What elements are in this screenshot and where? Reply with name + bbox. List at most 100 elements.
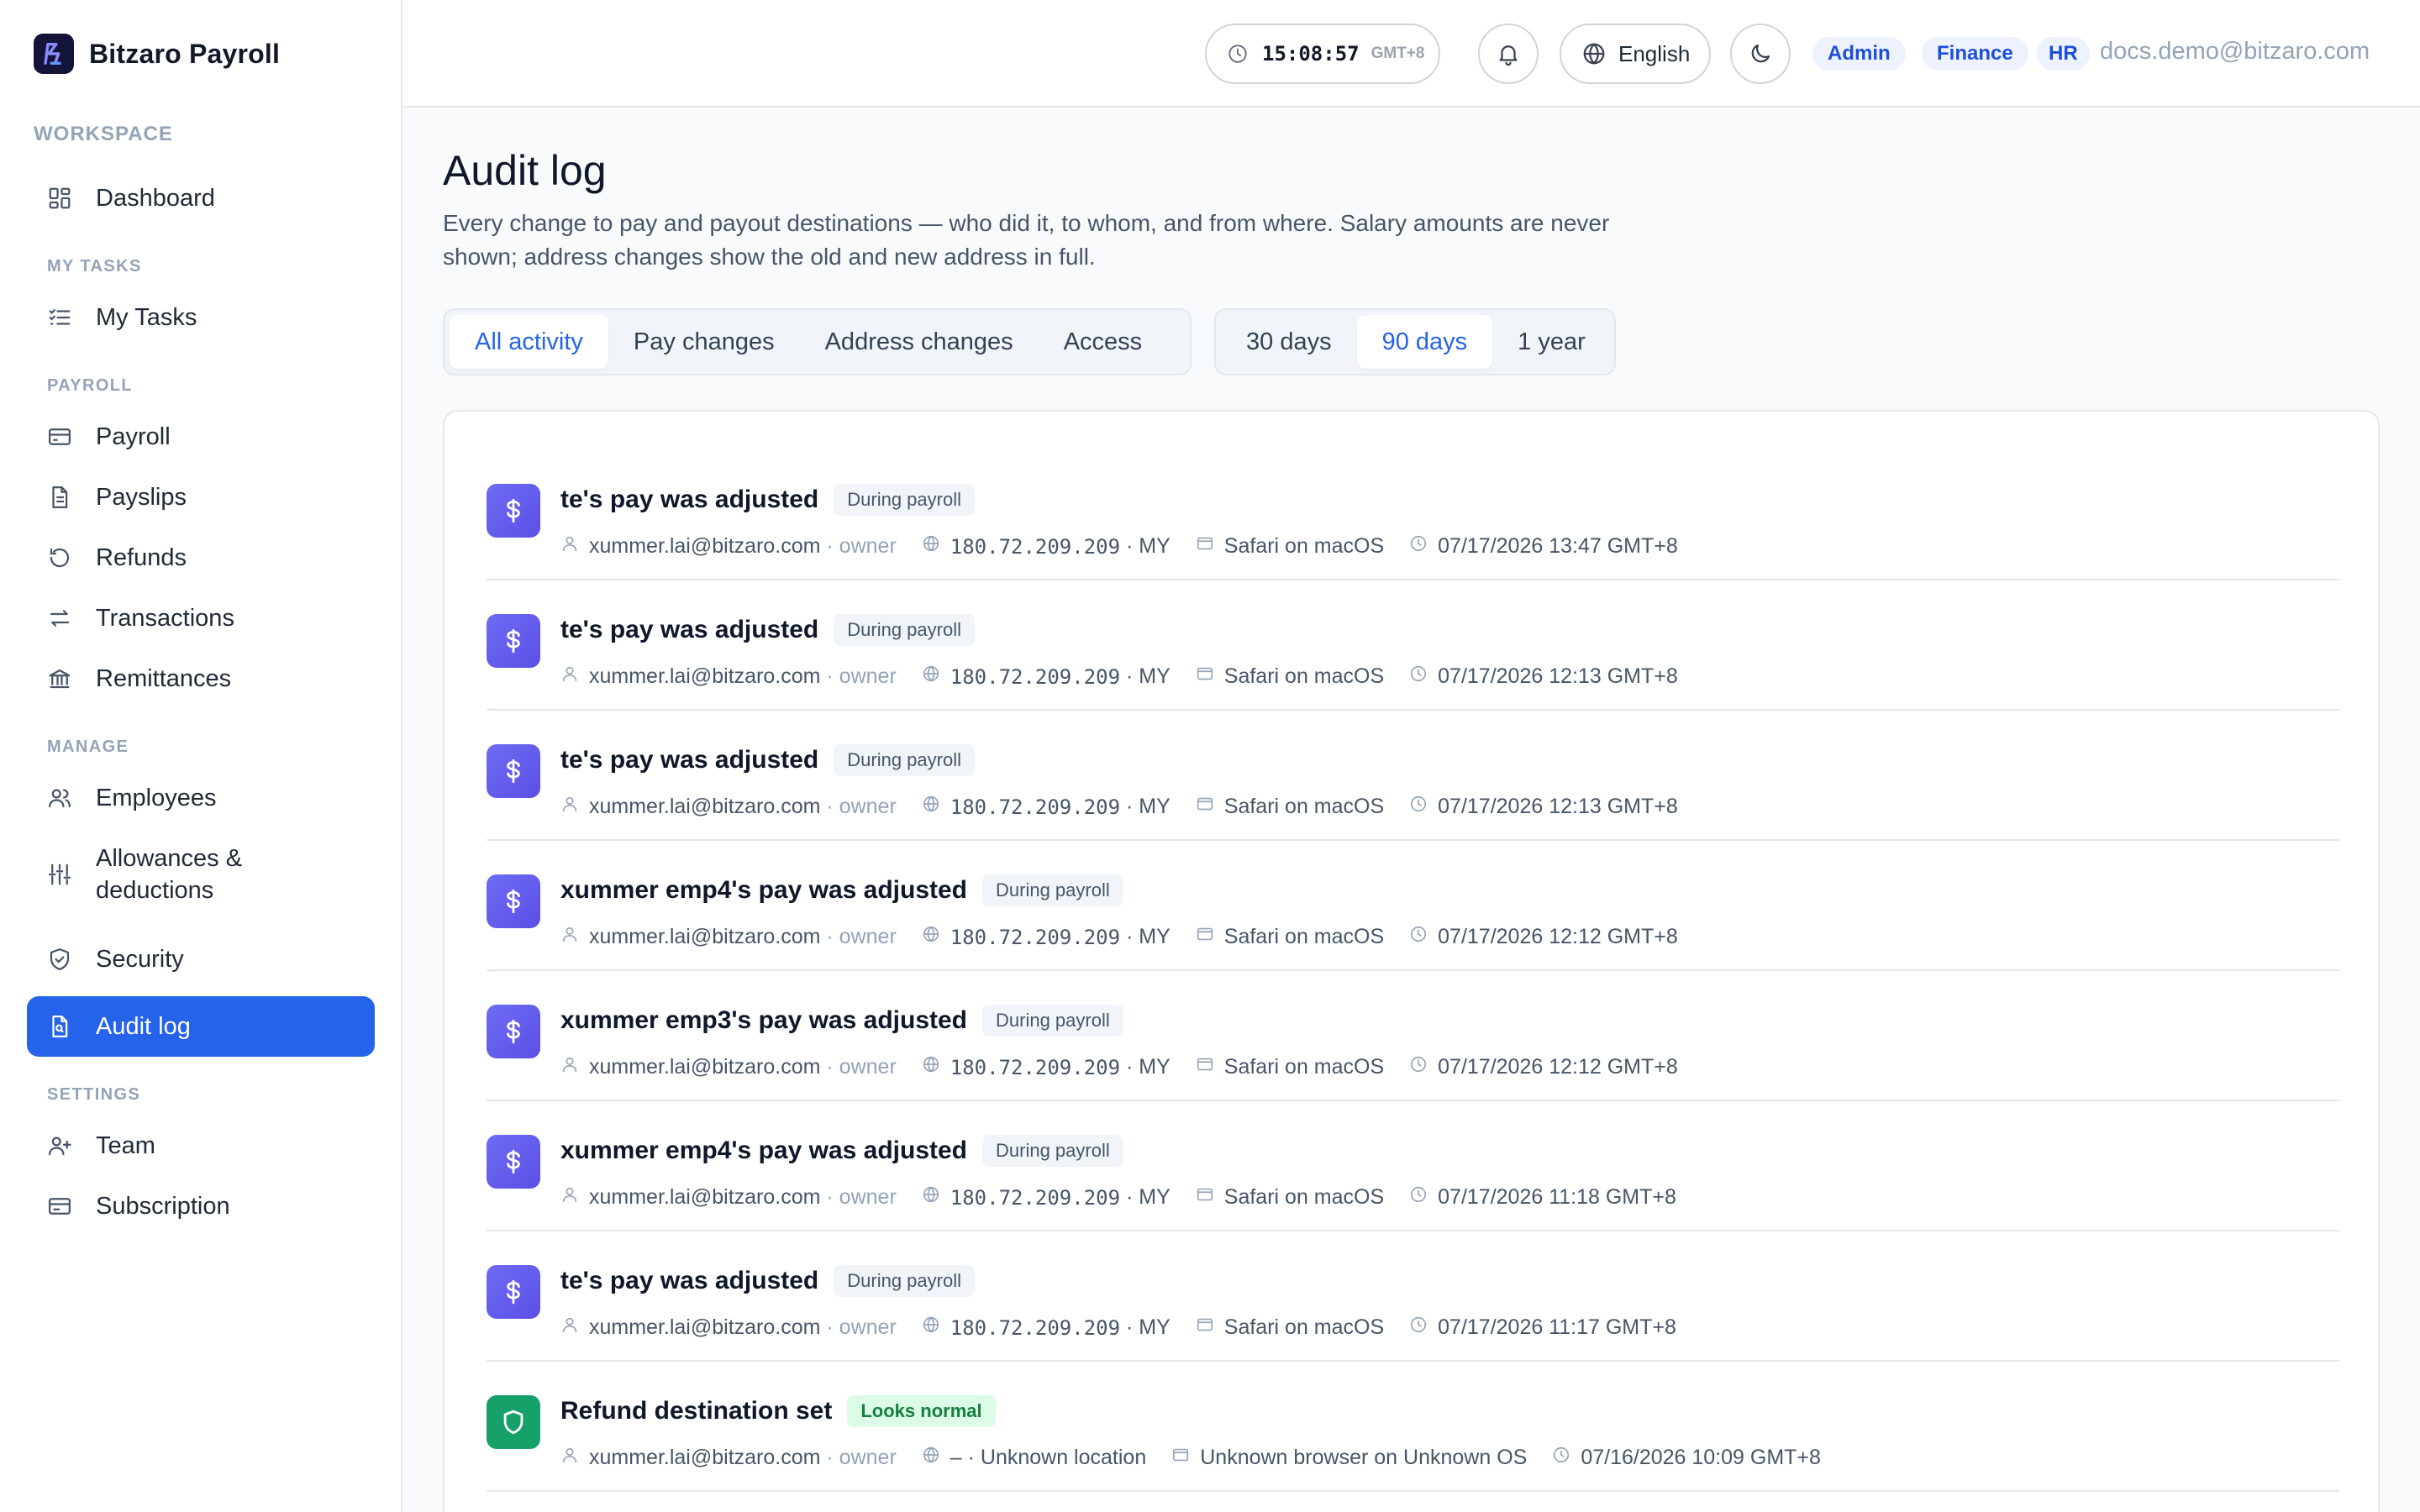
dollar-icon [487,614,540,668]
dollar-icon [487,1005,540,1058]
entry-role-separator: · [820,664,839,688]
clock-timezone: GMT+8 [1370,45,1425,62]
sidebar-item-employees[interactable]: Employees [27,768,375,828]
sidebar-item-label-line2: deductions [96,877,214,904]
entry-ip: – [950,1446,962,1469]
range-30-days[interactable]: 30 days [1221,315,1357,369]
sidebar-item-payroll[interactable]: Payroll [27,407,375,467]
entry-meta: xummer.lai@bitzaro.com · owner 180.72.209… [560,1315,1702,1340]
user-icon [560,1315,579,1340]
entry-title: te's pay was adjusted [560,486,819,513]
entry-title: te's pay was adjusted [560,746,819,774]
sidebar-item-label-line1: Allowances & [96,845,243,872]
filter-all-activity[interactable]: All activity [450,315,608,369]
sidebar-item-transactions[interactable]: Transactions [27,588,375,648]
entry-device: Unknown browser on Unknown OS [1200,1446,1528,1469]
entry-timestamp: 07/17/2026 12:12 GMT+8 [1438,1055,1678,1079]
entry-timestamp: 07/17/2026 12:12 GMT+8 [1438,925,1678,948]
sidebar-item-payslips[interactable]: Payslips [27,467,375,528]
audit-entry-row[interactable]: Refund destination set Looks normal xummer… [487,1362,2339,1492]
file-search-icon [47,1014,72,1039]
role-badge-admin: Admin [1812,37,1906,71]
filter-address-changes[interactable]: Address changes [800,315,1039,369]
clock-icon [1228,45,1247,63]
entry-meta: xummer.lai@bitzaro.com · owner 180.72.209… [560,1185,1702,1210]
audit-entry-row[interactable]: te's pay was adjusted During payroll xumme… [487,580,2339,711]
globe-icon [922,925,940,949]
sidebar-item-label: Employees [96,785,217,811]
entry-title: te's pay was adjusted [560,616,819,643]
clock-widget[interactable]: 15:08:57 GMT+8 [1205,24,1440,84]
entry-actor: xummer.lai@bitzaro.com [589,534,821,558]
entry-ip: 180.72.209.209 [950,534,1121,559]
entry-device: Safari on macOS [1223,1055,1385,1079]
user-icon [560,1185,579,1210]
checklist-icon [47,305,72,330]
browser-icon [1196,1185,1214,1210]
sidebar-item-label: Remittances [96,665,232,692]
entry-title: te's pay was adjusted [560,1267,819,1294]
language-selector[interactable]: English [1560,24,1711,84]
entry-title: Refund destination set [560,1397,833,1425]
clock-icon [1409,1055,1428,1079]
audit-entry-row[interactable]: te's pay was adjusted During payroll xumme… [487,711,2339,841]
notifications-button[interactable] [1478,24,1539,84]
entry-location-separator: · [1120,1055,1139,1079]
range-1-year[interactable]: 1 year [1492,315,1611,369]
entry-actor: xummer.lai@bitzaro.com [589,1185,821,1209]
entry-title-group: te's pay was adjusted During payroll [560,1265,975,1297]
entry-status-badge: During payroll [834,614,975,646]
entry-ip: 180.72.209.209 [950,1185,1121,1210]
sidebar-item-allowances[interactable]: Allowances & deductions [27,837,375,912]
sidebar-item-label: Security [96,946,184,973]
audit-entry-row[interactable]: xummer emp3's pay was adjusted During pay… [487,971,2339,1101]
entry-meta: xummer.lai@bitzaro.com · owner 180.72.209… [560,925,1703,949]
entry-meta: xummer.lai@bitzaro.com · owner 180.72.209… [560,1055,1703,1079]
entry-timestamp: 07/17/2026 11:18 GMT+8 [1438,1185,1676,1209]
globe-icon [922,534,940,559]
user-email[interactable]: docs.demo@bitzaro.com [2100,38,2370,66]
entry-timestamp: 07/17/2026 13:47 GMT+8 [1438,534,1678,558]
entry-ip: 180.72.209.209 [950,925,1121,949]
entry-role-separator: · [820,925,839,948]
sidebar-item-dashboard[interactable]: Dashboard [27,168,375,228]
sidebar-item-audit-log[interactable]: Audit log [27,996,375,1057]
sidebar-item-my-tasks[interactable]: My Tasks [27,287,375,348]
sidebar: Bitzaro Payroll WORKSPACE Dashboard MY T… [0,0,402,1512]
entry-location-separator: · [1120,534,1139,558]
entry-title: xummer emp3's pay was adjusted [560,1006,967,1034]
browser-icon [1196,925,1214,949]
entry-meta: xummer.lai@bitzaro.com · owner – · Unknow… [560,1446,1846,1470]
clock-time: 15:08:57 [1262,42,1360,66]
sidebar-item-team[interactable]: Team [27,1116,375,1176]
audit-entry-row[interactable]: te's pay was adjusted During payroll xumme… [487,1231,2339,1362]
audit-entry-row[interactable]: xummer emp4's pay was adjusted During pay… [487,841,2339,971]
range-90-days[interactable]: 90 days [1356,315,1493,369]
entry-title-group: xummer emp4's pay was adjusted During pay… [560,1135,1123,1167]
sidebar-item-label: Refunds [96,544,187,571]
entry-location: MY [1139,925,1171,948]
sidebar-item-refunds[interactable]: Refunds [27,528,375,588]
brand[interactable]: Bitzaro Payroll [34,34,280,74]
entry-role-separator: · [820,534,839,558]
sidebar-item-remittances[interactable]: Remittances [27,648,375,709]
entry-role: owner [839,1055,897,1079]
filter-pay-changes[interactable]: Pay changes [608,315,800,369]
dollar-icon [487,744,540,798]
audit-log-list: te's pay was adjusted During payroll xumme… [443,410,2380,1512]
entry-status-badge: During payroll [834,744,975,776]
audit-entry-row[interactable]: xummer emp4's pay was adjusted During pay… [487,1101,2339,1231]
entry-role: owner [839,795,897,818]
language-label: English [1618,40,1691,66]
sidebar-item-label: Dashboard [96,185,215,212]
theme-toggle[interactable] [1730,24,1791,84]
sidebar-item-security[interactable]: Security [27,929,375,990]
entry-role-separator: · [820,1185,839,1209]
user-icon [560,534,579,559]
entry-location-separator: · [1120,1315,1139,1339]
filter-access[interactable]: Access [1039,315,1167,369]
sidebar-item-subscription[interactable]: Subscription [27,1176,375,1236]
browser-icon [1196,1055,1214,1079]
globe-icon [922,664,940,689]
audit-entry-row[interactable]: te's pay was adjusted During payroll xumme… [487,450,2339,580]
